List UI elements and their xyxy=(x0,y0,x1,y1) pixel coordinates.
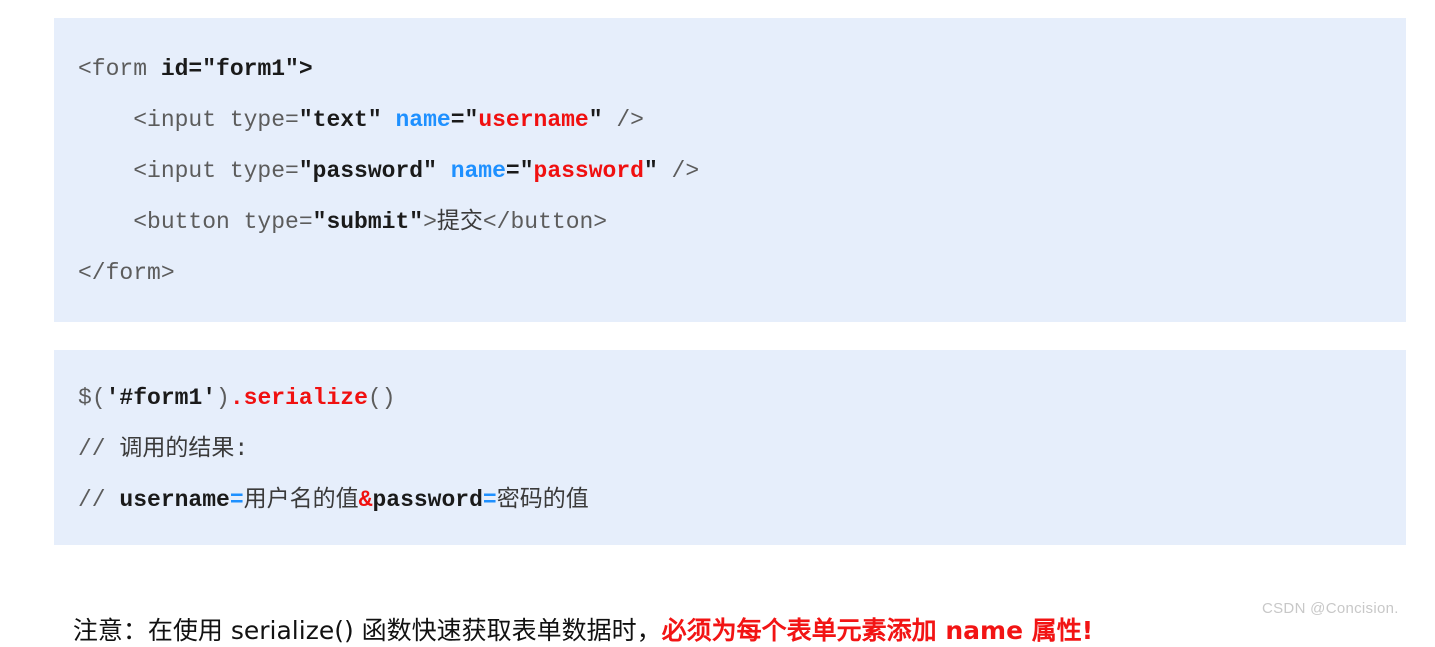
code-token: <button type= xyxy=(78,209,313,235)
code-token: // xyxy=(78,436,120,462)
code-token: <input type= xyxy=(78,107,299,133)
line-input-username: <input type="text" name="username" /> xyxy=(54,95,1406,146)
code-token: <form xyxy=(78,56,161,82)
code-block-jquery-serialize: $('#form1').serialize()// 调用的结果:// usern… xyxy=(54,350,1406,545)
code-token: </form> xyxy=(78,260,175,286)
code-token: '#form1' xyxy=(105,385,217,411)
line-form-close: </form> xyxy=(54,248,1406,299)
code-token: name xyxy=(450,158,506,184)
code-token: name xyxy=(395,107,451,133)
code-token: "password" xyxy=(298,158,437,184)
code-token: serialize xyxy=(243,385,368,411)
line-comment-result: // 调用的结果: xyxy=(54,424,1406,475)
note-prefix: 注意：在使用 serialize() 函数快速获取表单数据时， xyxy=(72,616,662,645)
line-button-submit: <button type="submit">提交</button> xyxy=(54,197,1406,248)
line-form-open: <form id="form1"> xyxy=(54,44,1406,95)
code-token: 密码的值 xyxy=(496,487,589,513)
code-token: = xyxy=(482,487,497,513)
code-token: > xyxy=(423,209,437,235)
code-token: username xyxy=(478,107,589,133)
code-token: " xyxy=(643,158,658,184)
note-emphasis: 必须为每个表单元素添加 name 属性 xyxy=(661,616,1082,645)
code-token: password xyxy=(533,158,644,184)
code-token: 用户名的值 xyxy=(243,487,359,513)
code-token: $ xyxy=(78,385,92,411)
code-token: "submit" xyxy=(312,209,424,235)
code-token: =" xyxy=(450,107,479,133)
code-token: </button> xyxy=(482,209,608,235)
code-token: id="form1"> xyxy=(160,56,313,82)
line-input-password: <input type="password" name="password" /… xyxy=(54,146,1406,197)
note-text: 注意：在使用 serialize() 函数快速获取表单数据时，必须为每个表单元素… xyxy=(57,583,1093,647)
code-token: = xyxy=(229,487,244,513)
code-token: & xyxy=(358,487,373,513)
line-serialize-call: $('#form1').serialize() xyxy=(54,373,1406,424)
code-token: /> xyxy=(602,107,644,133)
code-token: ( xyxy=(91,385,106,411)
line-comment-output: // username=用户名的值&password=密码的值 xyxy=(54,475,1406,526)
code-token: =" xyxy=(505,158,534,184)
code-block-html-form: <form id="form1"> <input type="text" nam… xyxy=(54,18,1406,322)
code-token: "text" xyxy=(298,107,382,133)
code-token: // xyxy=(78,487,120,513)
code-token: . xyxy=(229,385,244,411)
code-token: () xyxy=(367,385,396,411)
code-token: /> xyxy=(657,158,700,184)
csdn-watermark: CSDN @Concision. xyxy=(1262,600,1399,617)
code-token: ) xyxy=(216,385,230,411)
code-token: 提交 xyxy=(436,209,483,235)
code-token: " xyxy=(588,107,603,133)
code-token: username xyxy=(119,487,230,513)
code-token: <input type= xyxy=(78,158,299,184)
code-token: password xyxy=(372,487,483,513)
note-suffix: ! xyxy=(1081,616,1094,645)
code-token: 调用的结果: xyxy=(119,436,249,462)
